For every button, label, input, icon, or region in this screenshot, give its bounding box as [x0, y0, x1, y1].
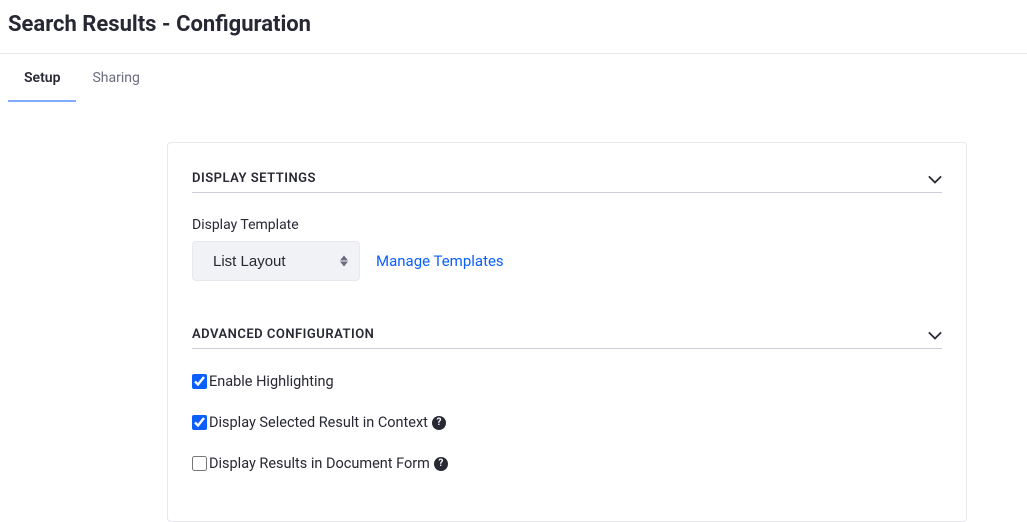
display-results-docform-checkbox[interactable] [192, 456, 207, 471]
enable-highlighting-checkbox[interactable] [192, 374, 207, 389]
advanced-config-header: ADVANCED CONFIGURATION [192, 327, 942, 349]
display-results-docform-row: Display Results in Document Form ? [192, 455, 942, 472]
help-icon[interactable]: ? [432, 416, 446, 430]
display-template-label: Display Template [192, 217, 942, 233]
manage-templates-link[interactable]: Manage Templates [376, 252, 504, 270]
display-template-row: List Layout Manage Templates [192, 241, 942, 281]
display-template-select-wrap: List Layout [192, 241, 360, 281]
enable-highlighting-row: Enable Highlighting [192, 373, 942, 390]
tab-sharing[interactable]: Sharing [76, 54, 155, 102]
display-settings-title: DISPLAY SETTINGS [192, 171, 316, 186]
display-template-select[interactable]: List Layout [192, 241, 360, 281]
display-settings-header: DISPLAY SETTINGS [192, 171, 942, 193]
chevron-down-icon[interactable] [928, 328, 942, 342]
chevron-down-icon[interactable] [928, 172, 942, 186]
page-title: Search Results - Configuration [0, 0, 1027, 53]
advanced-config-title: ADVANCED CONFIGURATION [192, 327, 374, 342]
tab-setup[interactable]: Setup [8, 54, 76, 102]
display-selected-context-row: Display Selected Result in Context ? [192, 414, 942, 431]
tabs-container: Setup Sharing [0, 54, 1027, 102]
help-icon[interactable]: ? [434, 457, 448, 471]
config-panel: DISPLAY SETTINGS Display Template List L… [167, 142, 967, 522]
display-selected-context-label: Display Selected Result in Context [209, 414, 428, 431]
enable-highlighting-label: Enable Highlighting [209, 373, 334, 390]
display-results-docform-label: Display Results in Document Form [209, 455, 430, 472]
display-selected-context-checkbox[interactable] [192, 415, 207, 430]
